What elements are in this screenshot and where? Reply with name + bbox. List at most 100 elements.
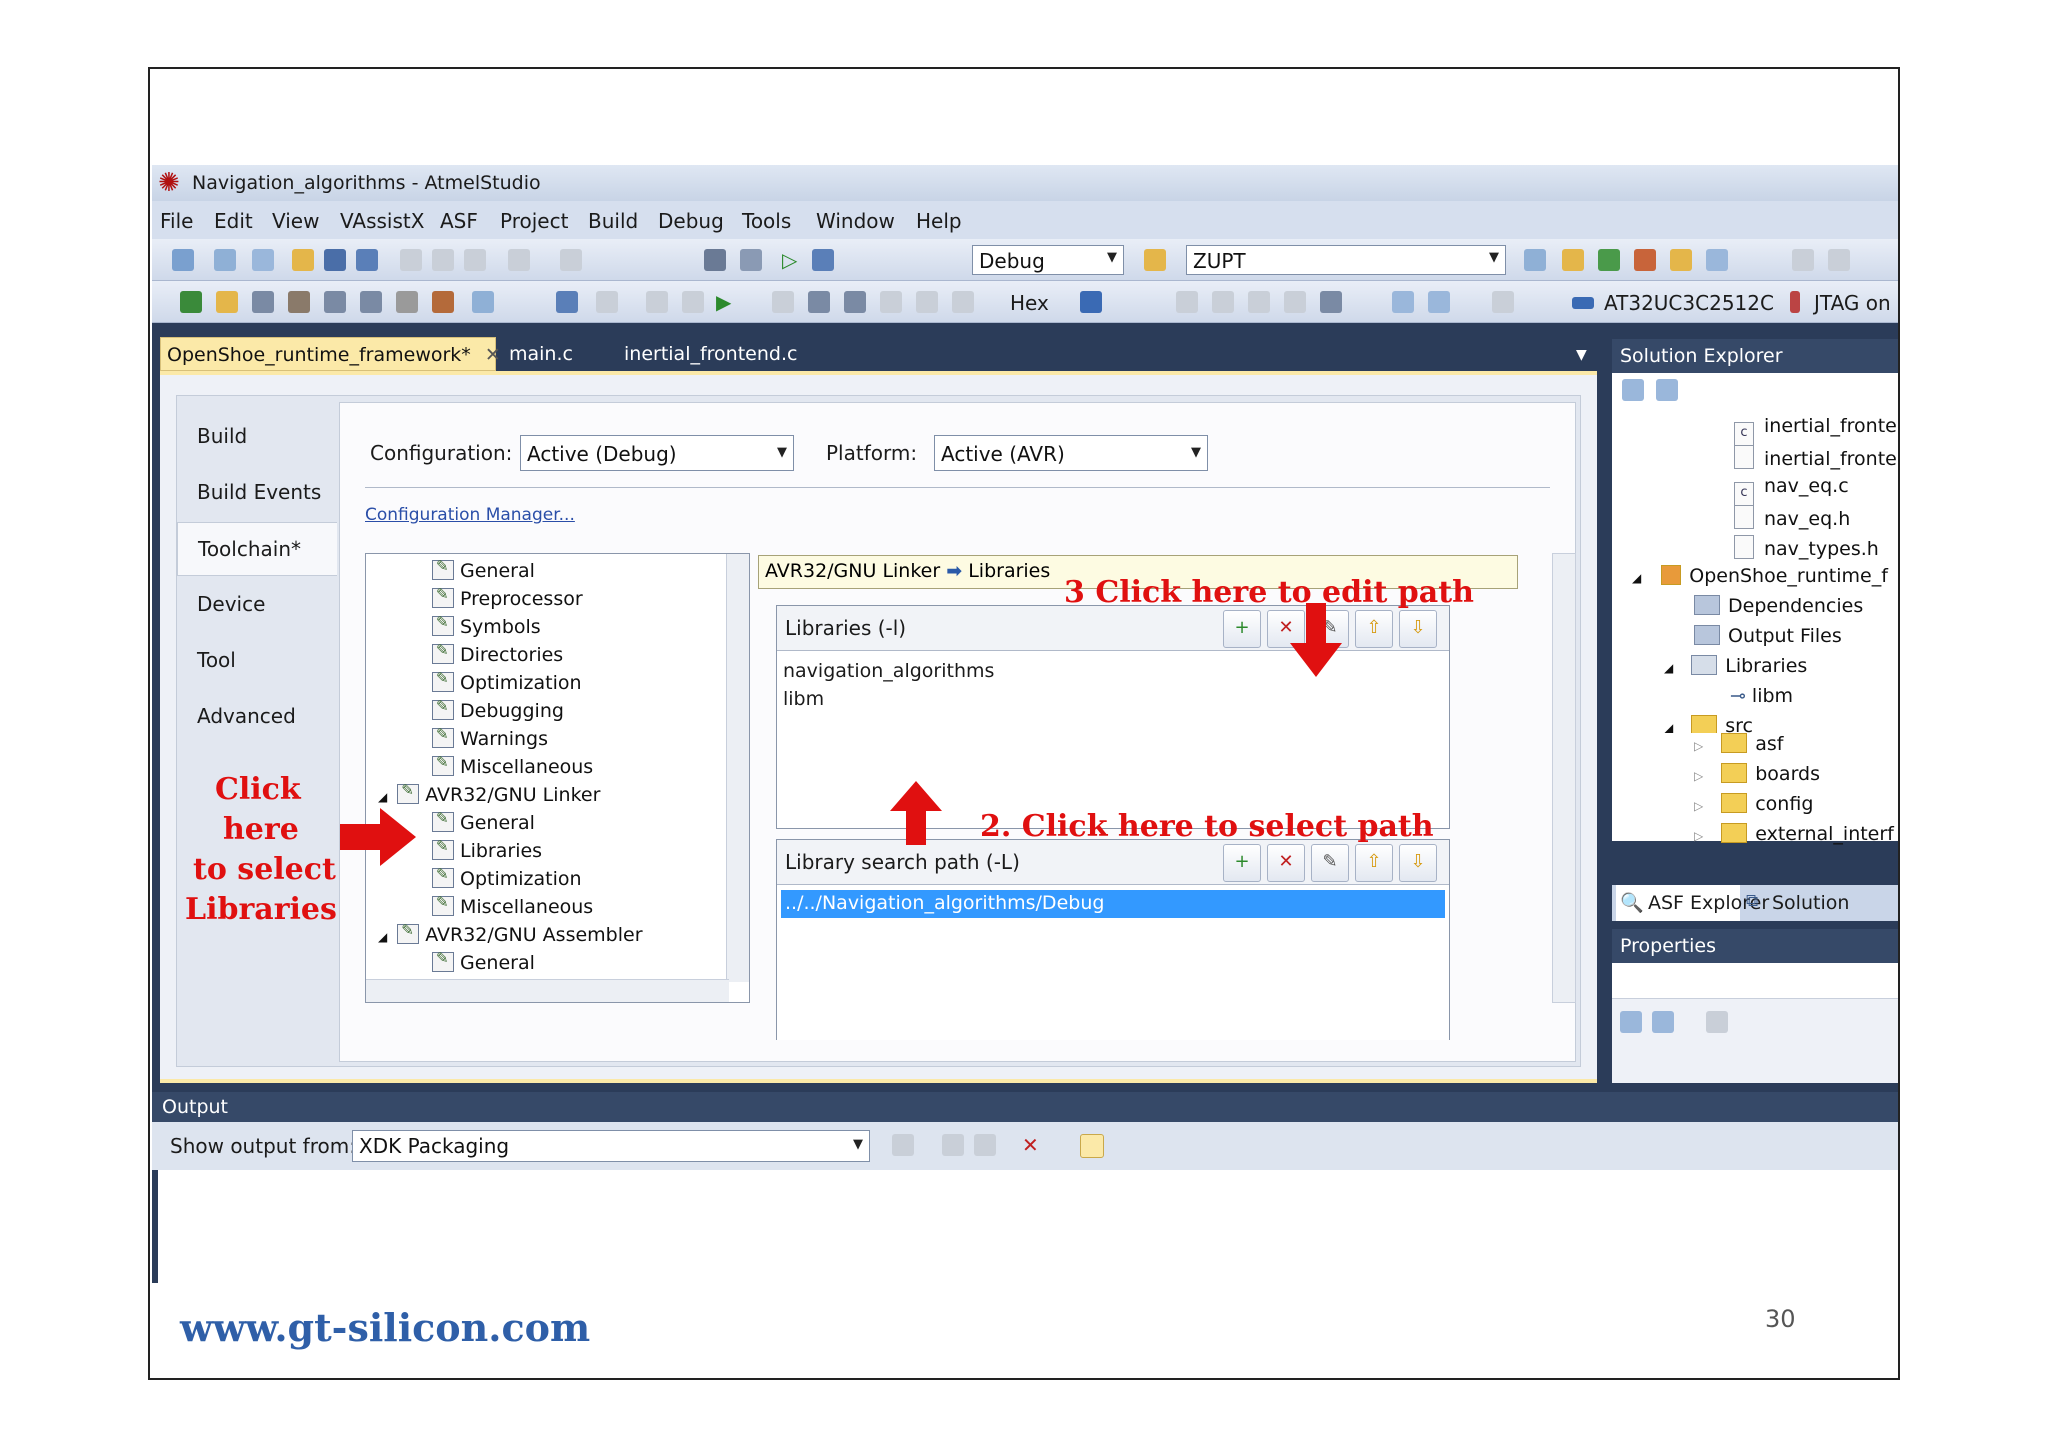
- side-tab-toolchain[interactable]: Toolchain*: [177, 522, 337, 576]
- menu-window[interactable]: Window: [816, 209, 895, 233]
- next-message-icon[interactable]: [974, 1134, 996, 1156]
- debug-windows-icon[interactable]: [1080, 291, 1102, 313]
- toolbox-icon[interactable]: [1598, 249, 1620, 271]
- src-node[interactable]: ◢ src: [1664, 715, 1753, 733]
- registers-icon[interactable]: [1212, 291, 1234, 313]
- tool-label[interactable]: JTAG on: [1814, 291, 1891, 315]
- watch-icon[interactable]: [1248, 291, 1270, 313]
- add-item-icon[interactable]: +: [1223, 610, 1261, 648]
- side-tab-build-events[interactable]: Build Events: [177, 466, 337, 520]
- template-icon[interactable]: [472, 291, 494, 313]
- find-in-files-icon[interactable]: [1144, 249, 1166, 271]
- memory-icon[interactable]: [1176, 291, 1198, 313]
- processor-icon[interactable]: [1392, 291, 1414, 313]
- menu-debug[interactable]: Debug: [658, 209, 724, 233]
- indent-icon[interactable]: [1792, 249, 1814, 271]
- tab-solution-explorer[interactable]: ⧉ Solution: [1742, 885, 1898, 921]
- device-label[interactable]: AT32UC3C2512C: [1604, 291, 1774, 315]
- continue-icon[interactable]: [556, 291, 578, 313]
- expand-triangle-icon[interactable]: ◢: [1632, 571, 1641, 585]
- menu-edit[interactable]: Edit: [214, 209, 253, 233]
- menu-project[interactable]: Project: [500, 209, 568, 233]
- show-next-icon[interactable]: [646, 291, 668, 313]
- run-icon[interactable]: ▶: [716, 291, 738, 313]
- edit-item-icon[interactable]: ✎: [1311, 844, 1349, 882]
- start-page-icon[interactable]: [1706, 249, 1728, 271]
- menu-build[interactable]: Build: [588, 209, 638, 233]
- open-file-icon[interactable]: [216, 291, 238, 313]
- file-item[interactable]: inertial_fronte: [1734, 445, 1897, 470]
- menu-view[interactable]: View: [272, 209, 319, 233]
- step-out-icon[interactable]: [844, 291, 866, 313]
- refresh-icon[interactable]: [1656, 379, 1678, 401]
- external-interface-node[interactable]: ▷ external_interf: [1694, 823, 1894, 845]
- disassembly-icon[interactable]: [1428, 291, 1450, 313]
- pause-icon[interactable]: [682, 291, 704, 313]
- output-files-node[interactable]: Output Files: [1694, 625, 1842, 647]
- properties-icon[interactable]: [1562, 249, 1584, 271]
- tree-linker-general[interactable]: General: [432, 809, 535, 834]
- copy-icon[interactable]: [432, 249, 454, 271]
- word-wrap-icon[interactable]: [1080, 1134, 1104, 1158]
- tree-assembler[interactable]: ◢AVR32/GNU Assembler: [378, 921, 643, 946]
- solution-explorer-icon[interactable]: [1524, 249, 1546, 271]
- add-item-icon[interactable]: +: [1223, 844, 1261, 882]
- move-up-icon[interactable]: ⇧: [1355, 610, 1393, 648]
- add-new-icon[interactable]: [252, 249, 274, 271]
- tree-linker-optimization[interactable]: Optimization: [432, 865, 582, 890]
- move-up-icon[interactable]: ⇧: [1355, 844, 1393, 882]
- sort-alphabetical-icon[interactable]: [1652, 1011, 1674, 1033]
- go-to-location-icon[interactable]: [892, 1134, 914, 1156]
- snippet-icon[interactable]: [396, 291, 418, 313]
- asf-node[interactable]: ▷ asf: [1694, 733, 1783, 755]
- file-item[interactable]: c inertial_fronte: [1734, 415, 1897, 446]
- start-without-debug-icon[interactable]: [812, 249, 834, 271]
- property-pages-icon[interactable]: [1706, 1011, 1728, 1033]
- tree-compiler-general[interactable]: General: [432, 557, 535, 582]
- project-node[interactable]: ◢ OpenShoe_runtime_f: [1632, 565, 1888, 587]
- tree-assembler-general[interactable]: General: [432, 949, 535, 974]
- tree-debugging[interactable]: Debugging: [432, 697, 564, 722]
- file-item[interactable]: nav_eq.h: [1734, 505, 1850, 530]
- move-down-icon[interactable]: ⇩: [1399, 610, 1437, 648]
- output-text-area[interactable]: [158, 1170, 1898, 1283]
- categorized-icon[interactable]: [1620, 1011, 1642, 1033]
- tab-inertial-frontend-c[interactable]: inertial_frontend.c: [624, 343, 797, 365]
- paste-icon[interactable]: [464, 249, 486, 271]
- library-item[interactable]: libm: [783, 688, 824, 710]
- move-down-icon[interactable]: ⇩: [1399, 844, 1437, 882]
- io-view-icon[interactable]: [1320, 291, 1342, 313]
- boards-node[interactable]: ▷ boards: [1694, 763, 1820, 785]
- menu-vassistx[interactable]: VAssistX: [340, 209, 424, 233]
- close-icon[interactable]: ✕: [485, 344, 501, 366]
- tree-linker[interactable]: ◢AVR32/GNU Linker: [378, 781, 600, 806]
- show-all-files-icon[interactable]: [1622, 379, 1644, 401]
- solution-config-icon[interactable]: [704, 249, 726, 271]
- cut-icon[interactable]: [400, 249, 422, 271]
- clear-all-icon[interactable]: ✕: [1022, 1134, 1044, 1156]
- tab-asf-explorer[interactable]: 🔍 ASF Explorer: [1616, 885, 1769, 921]
- locals-icon[interactable]: [1284, 291, 1306, 313]
- reset-icon[interactable]: [952, 291, 974, 313]
- hex-toggle[interactable]: Hex: [1010, 291, 1049, 315]
- bookmark-icon[interactable]: [324, 291, 346, 313]
- tree-warnings[interactable]: Warnings: [432, 725, 548, 750]
- tab-main-c[interactable]: main.c: [509, 343, 573, 365]
- dependencies-node[interactable]: Dependencies: [1694, 595, 1863, 617]
- start-debug-icon[interactable]: ▷: [782, 249, 804, 271]
- tree-optimization[interactable]: Optimization: [432, 669, 582, 694]
- side-tab-build[interactable]: Build: [177, 410, 337, 464]
- tools-icon[interactable]: [252, 291, 274, 313]
- step-into-icon[interactable]: [772, 291, 794, 313]
- find-icon[interactable]: [740, 249, 762, 271]
- open-folder-icon[interactable]: [292, 249, 314, 271]
- device-programming-icon[interactable]: [1492, 291, 1514, 313]
- menu-asf[interactable]: ASF: [440, 209, 478, 233]
- collapse-triangle-icon[interactable]: ▷: [1694, 799, 1703, 813]
- redo-icon[interactable]: [560, 249, 582, 271]
- file-item[interactable]: c nav_eq.c: [1734, 475, 1849, 506]
- goto-icon[interactable]: [360, 291, 382, 313]
- tab-list-dropdown-icon[interactable]: ▼: [1576, 347, 1587, 363]
- step-over-icon[interactable]: [808, 291, 830, 313]
- panel-vertical-scrollbar[interactable]: [1552, 553, 1576, 1003]
